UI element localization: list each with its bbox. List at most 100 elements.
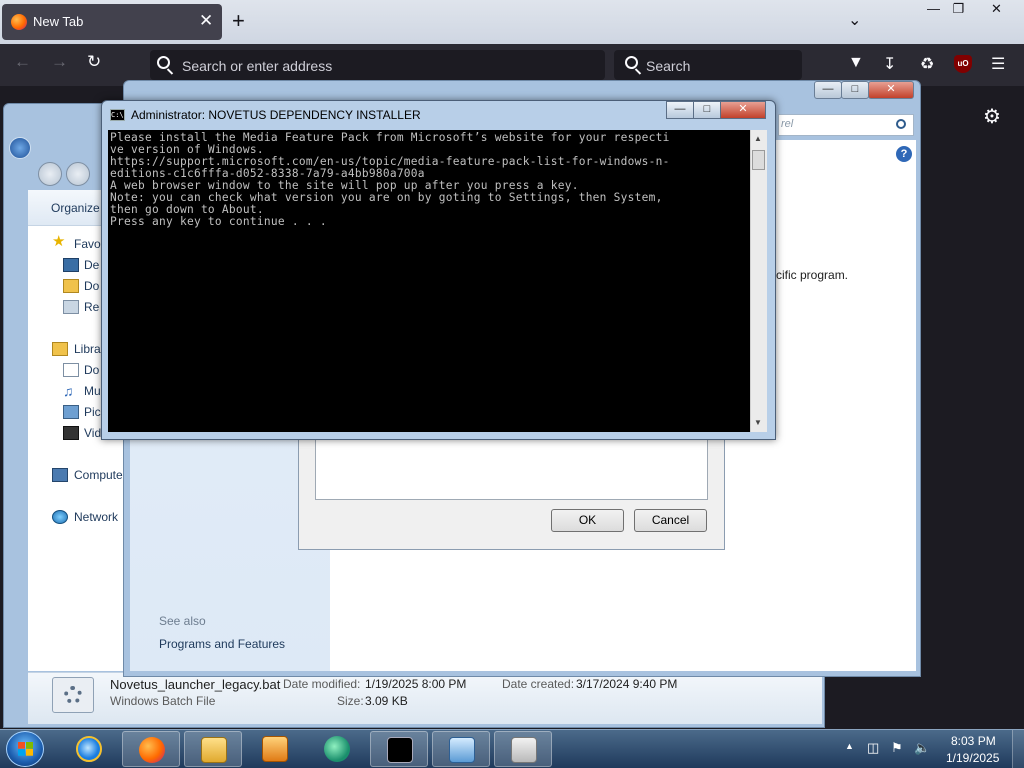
nav-item-pictures[interactable]: Pic — [84, 405, 101, 419]
firefox-icon — [11, 14, 27, 30]
clock-date[interactable]: 1/19/2025 — [946, 751, 999, 765]
nav-item-libraries[interactable]: Libra — [74, 342, 101, 356]
new-tab-button[interactable]: + — [232, 8, 245, 34]
internet-explorer-icon — [76, 736, 102, 762]
search-placeholder: rel — [781, 118, 794, 130]
nav-item-favorites[interactable]: Favo — [74, 237, 101, 251]
network-tray-icon[interactable]: ◫ — [867, 740, 879, 756]
favorites-star-icon: ★ — [52, 233, 66, 250]
browser-tab-new-tab[interactable]: New Tab ✕ — [2, 4, 222, 40]
address-placeholder: Search or enter address — [182, 58, 333, 74]
details-file-type: Windows Batch File — [110, 694, 216, 708]
date-modified-value: 1/19/2025 8:00 PM — [365, 677, 467, 691]
cmd-scrollbar[interactable]: ▲ ▼ — [750, 130, 767, 432]
show-desktop-button[interactable] — [1012, 730, 1024, 768]
taskbar-firefox[interactable] — [122, 731, 180, 767]
search-bar[interactable]: Search — [614, 50, 802, 80]
firefox-icon — [139, 737, 165, 763]
control-panel-maximize-button[interactable]: □ — [841, 81, 869, 99]
nav-item-desktop[interactable]: De — [84, 258, 99, 272]
help-icon[interactable]: ? — [896, 146, 912, 162]
libraries-icon — [52, 342, 68, 356]
clock-time[interactable]: 8:03 PM — [951, 734, 996, 748]
taskbar-cmd[interactable] — [370, 731, 428, 767]
cmd-icon — [387, 737, 413, 763]
dialog-list-box[interactable] — [315, 437, 708, 500]
control-panel-minimize-button[interactable]: — — [814, 81, 842, 99]
cmd-close-button[interactable]: ✕ — [720, 101, 766, 119]
console-line: Press any key to continue . . . — [110, 215, 327, 228]
folder-icon — [201, 737, 227, 763]
nav-item-videos[interactable]: Vid — [84, 426, 101, 440]
date-created-value: 3/17/2024 9:40 PM — [576, 677, 678, 691]
reload-icon[interactable]: ↻ — [87, 52, 101, 72]
search-icon — [625, 56, 638, 69]
browser-restore-button[interactable]: ❐ — [940, 0, 977, 20]
date-created-label: Date created: — [502, 677, 575, 691]
programs-and-features-link[interactable]: Programs and Features — [159, 637, 285, 651]
cmd-console-output[interactable]: Please install the Media Feature Pack fr… — [108, 130, 750, 432]
cancel-button[interactable]: Cancel — [634, 509, 707, 532]
downloads-icon[interactable]: ↧ — [883, 54, 896, 74]
videos-icon — [63, 426, 79, 440]
installer-icon — [511, 737, 537, 763]
size-label: Size: — [337, 694, 364, 708]
nav-item-documents[interactable]: Do — [84, 363, 99, 377]
list-all-tabs-icon[interactable]: ⌄ — [848, 10, 861, 30]
cmd-scroll-thumb[interactable] — [752, 150, 765, 170]
taskbar-app[interactable] — [308, 731, 366, 767]
search-icon — [157, 56, 170, 69]
documents-icon — [63, 363, 79, 377]
start-button[interactable] — [6, 731, 44, 767]
pictures-icon — [63, 405, 79, 419]
explorer-window-icon — [9, 137, 31, 159]
nav-item-recent[interactable]: Re — [84, 300, 99, 314]
batch-file-icon — [52, 677, 94, 713]
windows-logo-icon — [18, 742, 33, 756]
control-panel-description: cific program. — [776, 268, 849, 282]
tab-title: New Tab — [33, 14, 84, 29]
scroll-up-arrow-icon[interactable]: ▲ — [754, 134, 762, 143]
forward-button[interactable] — [66, 162, 90, 186]
taskbar-installer[interactable] — [494, 731, 552, 767]
size-value: 3.09 KB — [365, 694, 408, 708]
nav-item-network[interactable]: Network — [74, 510, 118, 524]
gear-icon — [64, 686, 82, 704]
taskbar-explorer[interactable] — [184, 731, 242, 767]
details-file-name: Novetus_launcher_legacy.bat — [110, 677, 281, 692]
back-button[interactable] — [38, 162, 62, 186]
control-panel-search-input[interactable]: rel — [778, 114, 914, 136]
nav-item-music[interactable]: Mu — [84, 384, 101, 398]
extensions-icon[interactable]: ♻ — [920, 54, 934, 74]
back-arrow-icon[interactable]: ← — [14, 52, 31, 72]
desktop-icon — [63, 258, 79, 272]
cmd-icon: C:\ — [110, 109, 125, 121]
address-bar[interactable]: Search or enter address — [150, 50, 605, 80]
music-icon: ♫ — [63, 383, 74, 399]
taskbar-internet-explorer[interactable] — [60, 731, 118, 767]
browser-close-button[interactable]: ✕ — [978, 0, 1015, 20]
media-player-icon — [262, 736, 288, 762]
settings-gear-icon[interactable]: ⚙ — [983, 104, 1001, 129]
taskbar-control-panel[interactable] — [432, 731, 490, 767]
show-hidden-icons-arrow[interactable]: ▲ — [845, 741, 854, 751]
ublock-origin-icon[interactable]: uO — [954, 55, 972, 73]
ok-button[interactable]: OK — [551, 509, 624, 532]
pocket-icon[interactable]: ▼ — [848, 54, 864, 72]
action-center-flag-icon[interactable]: ⚑ — [891, 740, 903, 756]
cmd-maximize-button[interactable]: □ — [693, 101, 721, 119]
taskbar-media-player[interactable] — [246, 731, 304, 767]
volume-icon[interactable]: 🔈 — [914, 740, 930, 756]
nav-item-downloads[interactable]: Do — [84, 279, 99, 293]
date-modified-label: Date modified: — [283, 677, 361, 691]
cmd-minimize-button[interactable]: — — [666, 101, 694, 119]
control-panel-close-button[interactable]: ✕ — [868, 81, 914, 99]
forward-arrow-icon[interactable]: → — [51, 52, 68, 72]
app-icon — [324, 736, 350, 762]
nav-item-computer[interactable]: Compute — [74, 468, 123, 482]
menu-hamburger-icon[interactable]: ☰ — [991, 54, 1005, 74]
close-tab-icon[interactable]: ✕ — [199, 11, 213, 31]
scroll-down-arrow-icon[interactable]: ▼ — [754, 418, 762, 427]
search-icon — [896, 119, 906, 129]
organize-menu[interactable]: Organize — [51, 201, 100, 215]
